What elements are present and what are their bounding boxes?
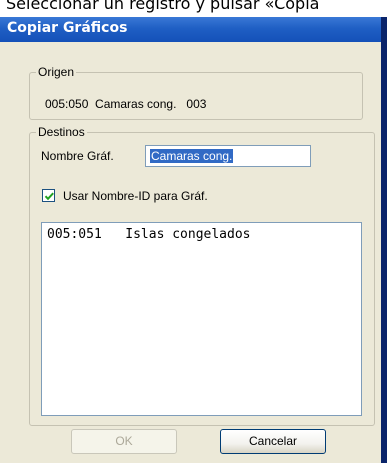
cancel-button[interactable]: Cancelar: [220, 429, 326, 454]
destinations-legend: Destinos: [36, 125, 87, 139]
checkmark-icon: [44, 192, 54, 201]
origin-group: Origen: [29, 65, 363, 120]
background-page-text-strip: Seleccionar un registro y pulsar «Copia: [0, 0, 387, 17]
chart-name-selected-text: Camaras cong.: [150, 149, 234, 163]
destinations-listbox[interactable]: 005:051 Islas congelados: [41, 222, 362, 416]
chart-name-input[interactable]: Camaras cong.: [145, 145, 311, 167]
dialog-title: Copiar Gráficos: [7, 20, 128, 36]
list-item[interactable]: 005:051 Islas congelados: [47, 227, 251, 242]
origin-text: 005:050 Camaras cong. 003: [45, 97, 207, 111]
use-name-id-checkbox[interactable]: [42, 189, 55, 202]
use-name-id-label[interactable]: Usar Nombre-ID para Gráf.: [63, 189, 208, 203]
origin-legend: Origen: [36, 65, 77, 79]
ok-button[interactable]: OK: [71, 429, 177, 454]
chart-name-label: Nombre Gráf.: [41, 149, 114, 163]
dialog-titlebar[interactable]: Copiar Gráficos: [0, 17, 381, 42]
background-page-text: Seleccionar un registro y pulsar «Copia: [6, 0, 320, 13]
